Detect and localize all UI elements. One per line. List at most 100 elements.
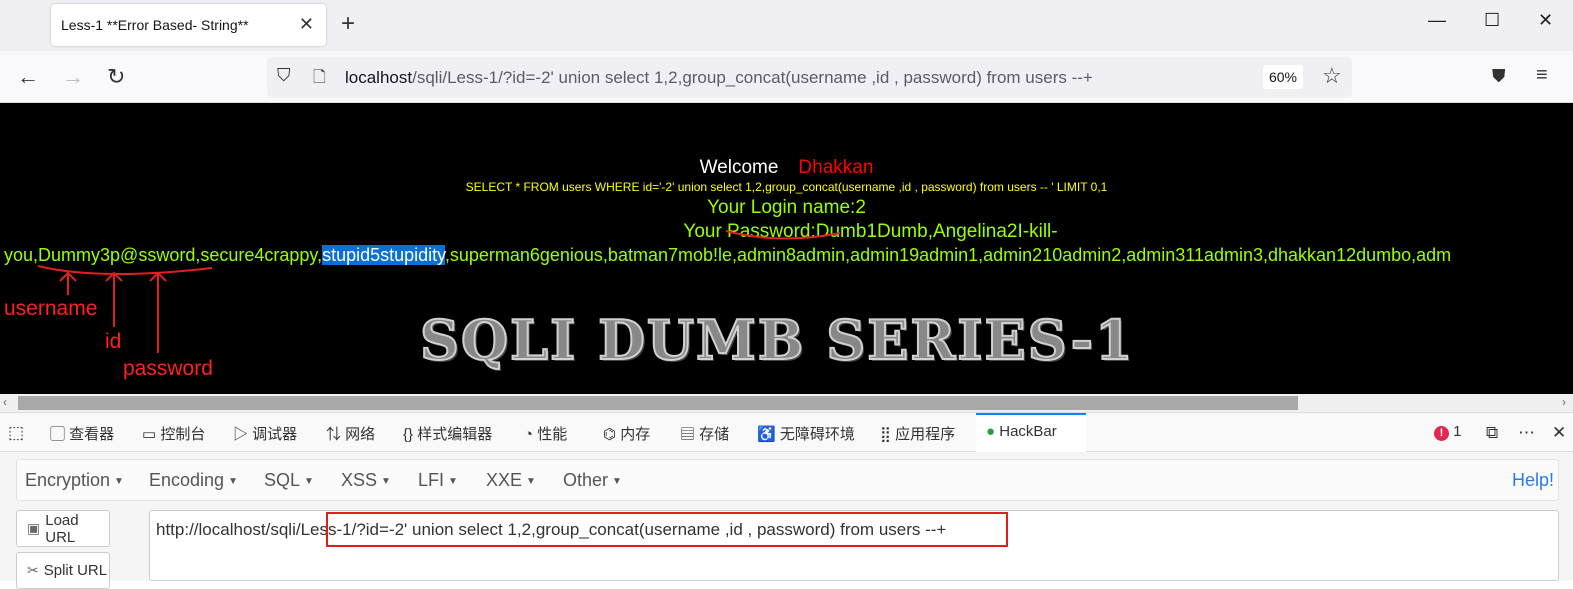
tab-strip: Less-1 **Error Based- String** ✕ + — ☐ ✕ [0, 0, 1573, 51]
hackbar-icon: ● [986, 423, 1000, 440]
reload-icon[interactable]: ↻ [107, 64, 125, 90]
close-devtools-icon[interactable]: ✕ [1552, 423, 1566, 443]
red-highlight-box [326, 512, 1008, 547]
menu-encryption[interactable]: Encryption ▼ [25, 470, 124, 491]
tab-debugger[interactable]: ▷ 调试器 [233, 423, 297, 444]
caret-down-icon: ▼ [381, 475, 391, 487]
scroll-left-icon[interactable]: ‹ [3, 395, 7, 409]
menu-label: XXE [486, 470, 523, 490]
grid-icon: ⣿ [880, 426, 896, 443]
maximize-icon[interactable]: ☐ [1484, 10, 1500, 31]
network-icon: ⇅ [326, 426, 346, 443]
menu-encoding[interactable]: Encoding ▼ [149, 470, 238, 491]
picker-icon[interactable]: ⬚ [8, 423, 24, 443]
tab-label: 存储 [699, 426, 730, 443]
menu-lfi[interactable]: LFI ▼ [418, 470, 458, 491]
caret-down-icon: ▼ [228, 475, 238, 487]
dock-icon[interactable]: ⧉ [1486, 423, 1498, 443]
tab-network[interactable]: ⇅ 网络 [326, 423, 375, 444]
url-text[interactable]: localhost/sqli/Less-1/?id=-2' union sele… [345, 68, 1093, 88]
navigation-bar: ← → ↻ ⛉ 🗋 localhost/sqli/Less-1/?id=-2' … [0, 51, 1573, 103]
menu-icon[interactable]: ≡ [1536, 64, 1548, 87]
tab-label: 调试器 [252, 426, 298, 443]
devtools-toolbar: ⬚ ▢ 查看器 ▭ 控制台 ▷ 调试器 ⇅ 网络 {} 样式编辑器 ◔ 性能 ⌬… [0, 412, 1573, 453]
tab-label: 控制台 [160, 426, 206, 443]
error-count[interactable]: ! 1 [1434, 423, 1462, 441]
load-url-button[interactable]: ▣ Load URL [16, 510, 110, 547]
tab-inspector[interactable]: ▢ 查看器 [50, 423, 114, 444]
shield-icon[interactable]: ⛉ [277, 65, 291, 86]
dumb-underline [725, 230, 841, 240]
tab-label: 无障碍环境 [779, 426, 855, 443]
series-banner: SQLI DUMB SERIES-1 [419, 307, 1135, 373]
caret-down-icon: ▼ [448, 475, 458, 487]
caret-down-icon: ▼ [114, 475, 124, 487]
tab-label: 性能 [537, 426, 568, 443]
tab-console[interactable]: ▭ 控制台 [142, 423, 205, 444]
accessibility-icon: ♿ [757, 426, 780, 443]
tab-label: 内存 [620, 426, 651, 443]
menu-label: LFI [418, 470, 445, 490]
forward-icon[interactable]: → [62, 64, 84, 90]
tab-style-editor[interactable]: {} 样式编辑器 [403, 423, 492, 444]
browser-tab[interactable]: Less-1 **Error Based- String** ✕ [51, 4, 326, 46]
debugger-icon: ▷ [233, 426, 253, 443]
menu-label: Encryption [25, 470, 111, 490]
storage-icon: ▤ [680, 426, 700, 443]
hackbar-menu: Encryption ▼ Encoding ▼ SQL ▼ XSS ▼ LFI ▼ XXE… [16, 459, 1559, 501]
split-icon: ✂ [27, 562, 39, 578]
gauge-icon: ◔ [524, 426, 538, 443]
password-rest: ,Angelina2I-kill- [927, 221, 1058, 242]
memory-icon: ⌬ [603, 426, 621, 443]
load-url-label: Load URL [45, 511, 79, 546]
tab-application[interactable]: ⣿ 应用程序 [880, 423, 955, 444]
underline-dummy [37, 265, 213, 275]
menu-other[interactable]: Other ▼ [563, 470, 622, 491]
tab-accessibility[interactable]: ♿ 无障碍环境 [757, 423, 855, 444]
url-host: localhost [345, 68, 413, 87]
url-bar[interactable]: ⛉ 🗋 localhost/sqli/Less-1/?id=-2' union … [267, 57, 1352, 97]
caret-down-icon: ▼ [526, 475, 536, 487]
zoom-indicator[interactable]: 60% [1263, 65, 1303, 89]
close-window-icon[interactable]: ✕ [1538, 10, 1553, 31]
menu-sql[interactable]: SQL ▼ [264, 470, 314, 491]
minimize-icon[interactable]: — [1428, 10, 1446, 31]
arrow-password [149, 271, 167, 353]
bookmark-star-icon[interactable]: ☆ [1322, 63, 1342, 89]
menu-xss[interactable]: XSS ▼ [341, 470, 391, 491]
horizontal-scrollbar[interactable]: ‹ › [0, 394, 1573, 412]
arrow-username [59, 271, 77, 295]
new-tab-icon[interactable]: + [341, 10, 355, 38]
annotation-username: username [4, 297, 98, 320]
scrollbar-thumb[interactable] [18, 396, 1298, 410]
close-tab-icon[interactable]: ✕ [299, 14, 314, 35]
menu-label: SQL [264, 470, 301, 490]
pocket-icon[interactable]: ⛊ [1492, 66, 1506, 87]
error-count-text: 1 [1453, 423, 1462, 440]
menu-xxe[interactable]: XXE ▼ [486, 470, 536, 491]
caret-down-icon: ▼ [612, 475, 622, 487]
tab-hackbar[interactable]: ● HackBar [986, 423, 1057, 440]
tab-memory[interactable]: ⌬ 内存 [603, 423, 650, 444]
caret-down-icon: ▼ [304, 475, 314, 487]
scroll-right-icon[interactable]: › [1562, 395, 1566, 409]
split-url-button[interactable]: ✂ Split URL [16, 552, 110, 589]
page-icon: 🗋 [313, 69, 326, 86]
menu-label: Encoding [149, 470, 225, 490]
tab-label: 应用程序 [895, 426, 956, 443]
tab-storage[interactable]: ▤ 存储 [680, 423, 729, 444]
more-icon[interactable]: ⋯ [1518, 423, 1535, 443]
tab-performance[interactable]: ◔ 性能 [524, 423, 567, 444]
tab-title: Less-1 **Error Based- String** [61, 17, 249, 33]
help-link[interactable]: Help! [1512, 470, 1554, 491]
annotation-password: password [123, 357, 213, 380]
arrow-id [105, 271, 123, 327]
inspector-icon: ▢ [50, 426, 70, 443]
tab-label: HackBar [999, 423, 1057, 440]
back-icon[interactable]: ← [17, 64, 39, 90]
url-path: /sqli/Less-1/?id=-2' union select 1,2,gr… [412, 68, 1093, 87]
tab-label: 网络 [345, 426, 376, 443]
error-icon: ! [1434, 426, 1449, 441]
load-icon: ▣ [27, 520, 41, 536]
annotation-id: id [105, 330, 122, 353]
